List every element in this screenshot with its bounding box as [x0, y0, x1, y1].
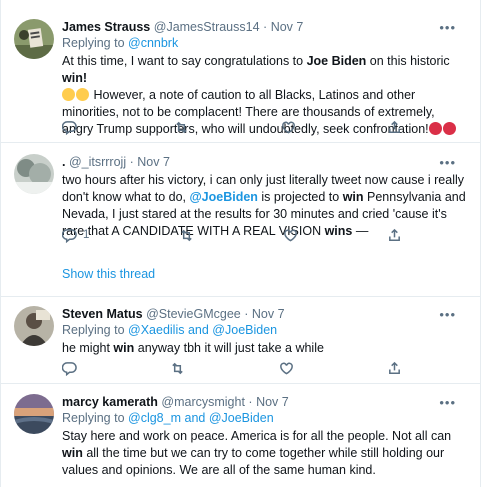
mention-link[interactable]: @JoeBiden — [189, 190, 257, 204]
retweet-button[interactable] — [170, 361, 185, 376]
replying-to: Replying to @Xaedilis and @JoeBiden — [62, 323, 278, 337]
show-thread-link[interactable]: Show this thread — [62, 267, 155, 281]
tweet-marcy-kamerath[interactable]: marcy kamerath @marcysmight · Nov 7 ••• … — [1, 384, 480, 487]
retweet-icon — [172, 362, 184, 374]
tweet-actions: 1 — [62, 226, 402, 244]
more-options-icon[interactable]: ••• — [439, 307, 456, 322]
author-handle[interactable]: @JamesStrauss14 — [154, 20, 260, 34]
share-button[interactable] — [387, 120, 402, 135]
highlight-term: win — [62, 446, 83, 460]
reply-icon — [62, 361, 77, 376]
tweet-date[interactable]: Nov 7 — [256, 395, 289, 409]
tweet-itsrrrojj[interactable]: . @_itsrrrojj · Nov 7 ••• two hours afte… — [1, 143, 480, 297]
tweet-actions — [62, 359, 402, 377]
more-options-icon[interactable]: ••• — [439, 20, 456, 35]
highlight-term: win — [62, 71, 83, 85]
avatar[interactable] — [14, 394, 54, 434]
tweet-date[interactable]: Nov 7 — [137, 155, 170, 169]
zany-face-emoji-icon — [76, 88, 89, 101]
reply-button[interactable]: 1 — [62, 228, 89, 243]
separator-dot: · — [129, 155, 134, 169]
tweet-text: Stay here and work on peace. America is … — [62, 429, 452, 477]
highlight-term: Joe Biden — [306, 54, 367, 68]
separator-dot: · — [263, 20, 268, 34]
reply-mention-link[interactable]: @clg8_m — [128, 411, 181, 425]
reply-mention-link[interactable]: @JoeBiden — [212, 323, 277, 337]
author-name[interactable]: Steven Matus — [62, 307, 143, 321]
retweet-button[interactable] — [174, 120, 189, 135]
tweet-actions — [62, 118, 402, 136]
author-name[interactable]: marcy kamerath — [62, 395, 158, 409]
share-icon — [389, 120, 400, 133]
tweet-date[interactable]: Nov 7 — [271, 20, 304, 34]
reply-icon — [62, 120, 77, 135]
replying-to: Replying to @clg8_m and @JoeBiden — [62, 411, 274, 425]
tweet-steven-matus[interactable]: Steven Matus @StevieGMcgee · Nov 7 ••• R… — [1, 297, 480, 384]
separator-dot: · — [244, 307, 249, 321]
tweet-feed: James Strauss @JamesStrauss14 · Nov 7 ••… — [0, 0, 481, 487]
retweet-icon — [176, 121, 188, 133]
separator-dot: · — [248, 395, 253, 409]
reply-count: 1 — [83, 229, 90, 241]
avatar[interactable] — [14, 19, 54, 59]
share-icon — [389, 361, 400, 374]
like-button[interactable] — [281, 120, 296, 135]
avatar[interactable] — [14, 154, 54, 194]
tweet-james-strauss[interactable]: James Strauss @JamesStrauss14 · Nov 7 ••… — [1, 0, 480, 143]
reply-icon — [62, 228, 77, 243]
astonished-face-emoji-icon — [62, 88, 75, 101]
heart-icon — [279, 362, 293, 375]
reply-button[interactable] — [62, 120, 83, 135]
share-button[interactable] — [387, 228, 402, 243]
author-name[interactable]: James Strauss — [62, 20, 150, 34]
heart-icon — [281, 121, 295, 134]
highlight-term: win — [113, 341, 135, 355]
more-options-icon[interactable]: ••• — [439, 395, 456, 410]
retweet-icon — [180, 229, 192, 241]
share-button[interactable] — [387, 361, 402, 376]
tweet-text: he might win anyway tbh it will just tak… — [62, 341, 324, 355]
author-handle[interactable]: @marcysmight — [161, 395, 245, 409]
reply-mention-link[interactable]: @Xaedilis — [128, 323, 184, 337]
heart-icon — [283, 229, 297, 242]
reply-mention-link[interactable]: @JoeBiden — [209, 411, 274, 425]
retweet-button[interactable] — [179, 228, 194, 243]
author-handle[interactable]: @StevieGMcgee — [146, 307, 241, 321]
angry-face-emoji-icon — [442, 122, 456, 135]
more-options-icon[interactable]: ••• — [439, 155, 456, 170]
replying-to: Replying to @cnnbrk — [62, 36, 179, 50]
reply-mention-link[interactable]: @cnnbrk — [128, 36, 178, 50]
like-button[interactable] — [283, 228, 298, 243]
author-name[interactable]: . — [62, 155, 65, 169]
angry-face-emoji-icon — [428, 122, 442, 135]
avatar[interactable] — [14, 306, 54, 346]
highlight-term: win — [342, 190, 364, 204]
tweet-date[interactable]: Nov 7 — [252, 307, 285, 321]
like-button[interactable] — [279, 361, 294, 376]
author-handle[interactable]: @_itsrrrojj — [69, 155, 126, 169]
share-icon — [389, 228, 400, 241]
reply-button[interactable] — [62, 361, 77, 376]
